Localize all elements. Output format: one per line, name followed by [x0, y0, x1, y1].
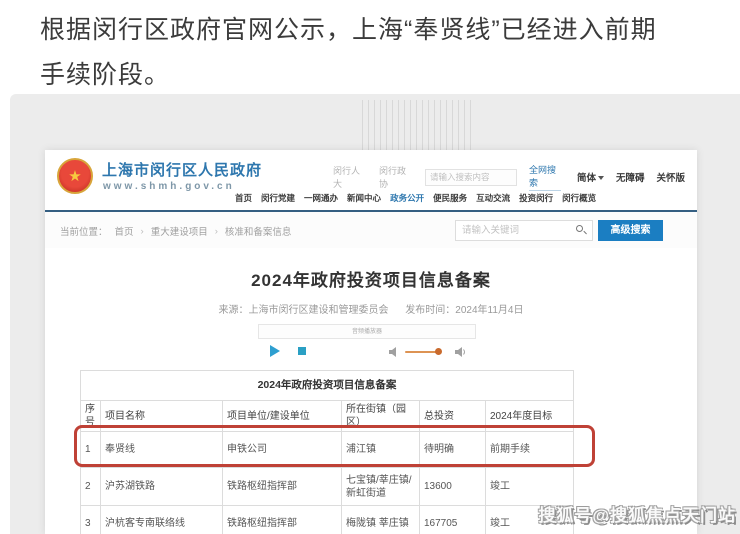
table-cell: 待明确 — [420, 432, 486, 468]
col-header: 项目单位/建设单位 — [223, 401, 342, 432]
advanced-search-button[interactable]: 高级搜索 — [598, 220, 663, 241]
nav-party[interactable]: 闵行党建 — [261, 192, 295, 204]
table-cell: 167705 — [420, 506, 486, 534]
table-cell: 七宝镇/莘庄镇/新虹街道 — [342, 468, 420, 506]
nav-news[interactable]: 新闻中心 — [347, 192, 381, 204]
accessibility-button[interactable]: 无障碍 — [616, 170, 645, 184]
nav-overview[interactable]: 闵行概览 — [562, 192, 596, 204]
projects-table: 2024年政府投资项目信息备案 序号 项目名称 项目单位/建设单位 所在街镇（园… — [80, 370, 574, 534]
table-cell: 竣工 — [486, 468, 574, 506]
table-cell: 沪苏湖铁路 — [101, 468, 223, 506]
article-meta: 来源：上海市闵行区建设和管理委员会 发布时间：2024年11月4日 — [45, 301, 697, 316]
breadcrumb-bar: 当前位置： 首页 › 重大建设项目 › 核准和备案信息 高级搜索 — [45, 212, 697, 248]
article-source: 来源：上海市闵行区建设和管理委员会 — [219, 305, 389, 316]
play-icon[interactable] — [270, 345, 280, 357]
site-url: www.shmh.gov.cn — [103, 181, 235, 192]
chevron-down-icon — [598, 176, 604, 180]
table-cell: 1 — [81, 432, 101, 468]
search-icon[interactable] — [576, 225, 583, 232]
link-renda[interactable]: 闵行人大 — [333, 164, 365, 190]
breadcrumb-label: 当前位置： — [60, 224, 108, 238]
intro-text: 根据闵行区政府官网公示，上海“奉贤线”已经进入前期 手续阶段。 — [40, 8, 730, 98]
table-cell: 铁路枢纽指挥部 — [223, 468, 342, 506]
table-row-fengxian-line: 1 奉贤线 申铁公司 浦江镇 待明确 前期手续 — [81, 432, 574, 468]
header-top-links: 闵行人大 闵行政协 全网搜索 简体 无障碍 关怀版 — [333, 163, 697, 191]
stop-icon[interactable] — [298, 347, 306, 355]
table-row: 3 沪杭客专南联络线 铁路枢纽指挥部 梅陇镇 莘庄镇 167705 竣工 — [81, 506, 574, 534]
breadcrumb-home[interactable]: 首页 — [115, 224, 134, 238]
table-cell: 前期手续 — [486, 432, 574, 468]
screenshot-panel: ★ 上海市闵行区人民政府 www.shmh.gov.cn 闵行人大 闵行政协 全… — [10, 94, 740, 534]
col-header: 总投资 — [420, 401, 486, 432]
link-zhengxie[interactable]: 闵行政协 — [379, 164, 411, 190]
breadcrumb: 当前位置： 首页 › 重大建设项目 › 核准和备案信息 — [60, 224, 291, 238]
nav-one-stop[interactable]: 一网通办 — [304, 192, 338, 204]
header-search-input[interactable] — [425, 169, 517, 186]
breadcrumb-separator: › — [215, 226, 218, 237]
breadcrumb-projects[interactable]: 重大建设项目 — [151, 224, 208, 238]
table-cell: 沪杭客专南联络线 — [101, 506, 223, 534]
nav-services[interactable]: 便民服务 — [433, 192, 467, 204]
nav-interaction[interactable]: 互动交流 — [476, 192, 510, 204]
volume-slider-handle[interactable] — [435, 348, 442, 355]
col-header: 项目名称 — [101, 401, 223, 432]
table-cell: 申铁公司 — [223, 432, 342, 468]
audio-player-caption: 音频播放器 — [258, 324, 476, 339]
table-cell: 3 — [81, 506, 101, 534]
table-title-row: 2024年政府投资项目信息备案 — [81, 371, 574, 401]
breadcrumb-filing-info[interactable]: 核准和备案信息 — [225, 224, 292, 238]
table-cell: 奉贤线 — [101, 432, 223, 468]
nav-gov-open[interactable]: 政务公开 — [390, 192, 424, 204]
fullnet-search-button[interactable]: 全网搜索 — [529, 163, 561, 191]
table-cell: 铁路枢纽指挥部 — [223, 506, 342, 534]
main-nav: 首页 闵行党建 一网通办 新闻中心 政务公开 便民服务 互动交流 投资闵行 闵行… — [235, 192, 596, 204]
breadcrumb-separator: › — [141, 226, 144, 237]
watermark: 搜狐号@搜狐焦点天门站 — [538, 501, 736, 526]
col-header: 序号 — [81, 401, 101, 432]
article-publish-time: 发布时间：2024年11月4日 — [405, 305, 523, 316]
site-title: 上海市闵行区人民政府 — [102, 159, 262, 180]
nav-home[interactable]: 首页 — [235, 192, 252, 204]
intro-line-2: 手续阶段。 — [40, 53, 730, 98]
table-cell: 浦江镇 — [342, 432, 420, 468]
page-title: 2024年政府投资项目信息备案 — [45, 266, 697, 291]
col-header: 2024年度目标 — [486, 401, 574, 432]
table-title: 2024年政府投资项目信息备案 — [81, 371, 574, 401]
nav-invest[interactable]: 投资闵行 — [519, 192, 553, 204]
table-row: 2 沪苏湖铁路 铁路枢纽指挥部 七宝镇/莘庄镇/新虹街道 13600 竣工 — [81, 468, 574, 506]
volume-high-icon — [455, 347, 467, 357]
care-version-button[interactable]: 关怀版 — [656, 170, 685, 184]
volume-low-icon — [389, 347, 401, 357]
table-cell: 2 — [81, 468, 101, 506]
gov-site-card: ★ 上海市闵行区人民政府 www.shmh.gov.cn 闵行人大 闵行政协 全… — [45, 150, 697, 534]
language-select[interactable]: 简体 — [577, 170, 604, 184]
volume-slider[interactable] — [405, 351, 439, 353]
intro-line-1: 根据闵行区政府官网公示，上海“奉贤线”已经进入前期 — [40, 8, 730, 53]
table-header-row: 序号 项目名称 项目单位/建设单位 所在街镇（园区） 总投资 2024年度目标 — [81, 401, 574, 432]
table-cell: 13600 — [420, 468, 486, 506]
col-header: 所在街镇（园区） — [342, 401, 420, 432]
national-emblem-icon: ★ — [57, 158, 93, 194]
keyword-search-input[interactable] — [455, 220, 593, 241]
table-cell: 梅陇镇 莘庄镇 — [342, 506, 420, 534]
